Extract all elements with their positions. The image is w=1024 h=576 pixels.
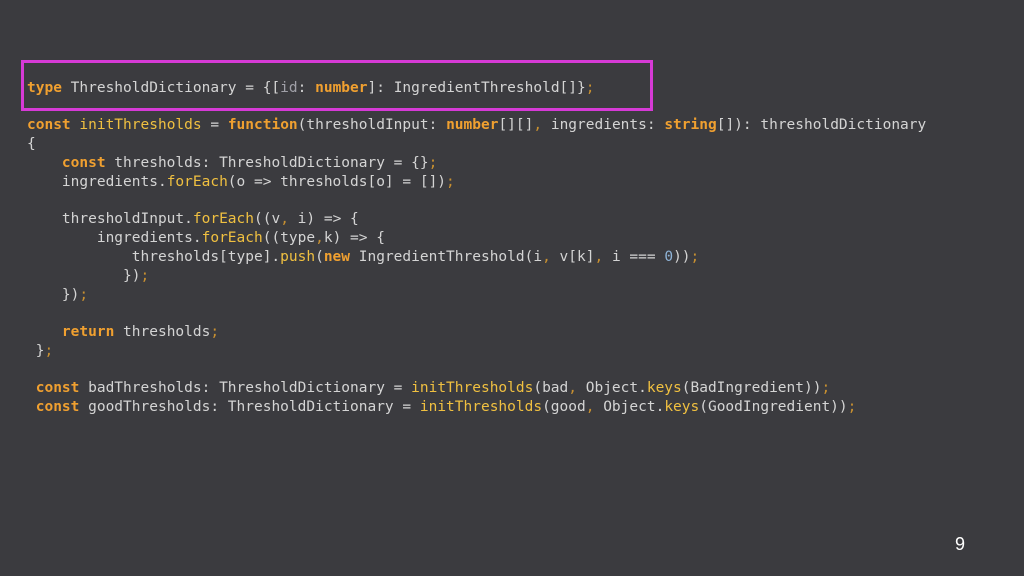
code-text: (good	[542, 399, 586, 415]
code-line-close-outer: });	[27, 286, 88, 305]
code-text: id	[280, 80, 298, 96]
code-text: thresholds: ThresholdDictionary = {}	[105, 155, 429, 171]
punctuation: ;	[140, 268, 150, 284]
punctuation: ,	[568, 380, 577, 396]
method-name: forEach	[192, 211, 254, 227]
code-text: IngredientThreshold(i	[350, 249, 543, 265]
code-text: ))	[673, 249, 691, 265]
code-text: }	[27, 343, 45, 359]
method-name: forEach	[166, 174, 228, 190]
method-name: keys	[664, 399, 700, 415]
number-literal: 0	[664, 249, 674, 265]
code-line-open-brace: {	[27, 135, 36, 154]
code-line-close-inner: });	[27, 267, 149, 286]
code-line-type-definition: type ThresholdDictionary = {[id: number]…	[27, 79, 594, 98]
code-line-good-thresholds: const goodThresholds: ThresholdDictionar…	[27, 398, 857, 417]
code-line-close-function: };	[27, 342, 53, 361]
code-text: v[k]	[550, 249, 595, 265]
code-text: (BadIngredient))	[681, 380, 822, 396]
code-text: ]: IngredientThreshold[]}	[367, 80, 586, 96]
code-line-thresholds-decl: const thresholds: ThresholdDictionary = …	[27, 154, 437, 173]
keyword: const	[61, 155, 106, 171]
code-text: i ===	[603, 249, 665, 265]
punctuation: ;	[690, 249, 700, 265]
punctuation: ,	[542, 249, 551, 265]
punctuation: ,	[315, 230, 324, 246]
punctuation: ,	[533, 117, 543, 133]
code-text: (bad	[533, 380, 569, 396]
code-line-nested-foreach: ingredients.forEach((type,k) => {	[27, 229, 385, 248]
code-text: :	[297, 80, 316, 96]
code-text: [][]	[498, 117, 534, 133]
code-text: (	[315, 249, 324, 265]
function-name: initThresholds	[411, 380, 534, 396]
code-text: thresholds[type].	[27, 249, 281, 265]
code-text: ingredients:	[542, 117, 665, 133]
code-text: ingredients.	[27, 174, 167, 190]
keyword: return	[61, 324, 115, 340]
punctuation: ;	[79, 287, 89, 303]
punctuation: ,	[594, 249, 604, 265]
code-text: (GoodIngredient))	[699, 399, 848, 415]
code-line-ingredients-foreach: ingredients.forEach(o => thresholds[o] =…	[27, 173, 455, 192]
method-name: forEach	[201, 230, 263, 246]
code-text: thresholds	[114, 324, 211, 340]
code-text: })	[27, 268, 141, 284]
punctuation: ;	[847, 399, 857, 415]
punctuation: ;	[210, 324, 220, 340]
punctuation: ,	[280, 211, 289, 227]
code-text: ThresholdDictionary = {[	[61, 80, 281, 96]
code-text: ((v	[253, 211, 281, 227]
code-text: Object.	[594, 399, 665, 415]
code-text: =	[201, 117, 228, 133]
code-text: thresholdInput.	[27, 211, 193, 227]
keyword: new	[323, 249, 351, 265]
code-text: (o => thresholds[o] = [])	[227, 174, 447, 190]
keyword: number	[446, 117, 499, 133]
code-line-function-signature: const initThresholds = function(threshol…	[27, 116, 926, 135]
code-text: i) => {	[288, 211, 359, 227]
punctuation: ;	[446, 174, 455, 190]
keyword: const	[27, 117, 71, 133]
function-name: initThresholds	[419, 399, 543, 415]
function-name: initThresholds	[79, 117, 202, 133]
punctuation: ;	[44, 343, 54, 359]
punctuation: ;	[585, 80, 595, 96]
code-text: ingredients.	[27, 230, 202, 246]
keyword: function	[227, 117, 298, 133]
punctuation: ;	[428, 155, 438, 171]
code-line-bad-thresholds: const badThresholds: ThresholdDictionary…	[27, 379, 830, 398]
code-text: ((type	[262, 230, 316, 246]
code-text: goodThresholds: ThresholdDictionary =	[79, 399, 420, 415]
method-name: keys	[646, 380, 682, 396]
punctuation: ;	[821, 380, 831, 396]
keyword: const	[35, 380, 80, 396]
code-text: k) => {	[323, 230, 385, 246]
keyword: const	[35, 399, 80, 415]
code-text: {	[27, 136, 36, 152]
keyword: type	[27, 80, 62, 96]
code-text: (thresholdInput:	[297, 117, 447, 133]
code-line-return: return thresholds;	[27, 323, 219, 342]
method-name: push	[280, 249, 316, 265]
code-text: badThresholds: ThresholdDictionary =	[79, 380, 412, 396]
code-text: []): thresholdDictionary	[716, 117, 927, 133]
keyword: number	[315, 80, 368, 96]
code-text: Object.	[577, 380, 647, 396]
code-text: })	[27, 287, 80, 303]
code-line-threshold-input-foreach: thresholdInput.forEach((v, i) => {	[27, 210, 359, 229]
page-number: 9	[955, 534, 966, 554]
code-line-push: thresholds[type].push(new IngredientThre…	[27, 248, 700, 267]
code-block: type ThresholdDictionary = {[id: number]…	[0, 0, 926, 448]
keyword: string	[664, 117, 717, 133]
